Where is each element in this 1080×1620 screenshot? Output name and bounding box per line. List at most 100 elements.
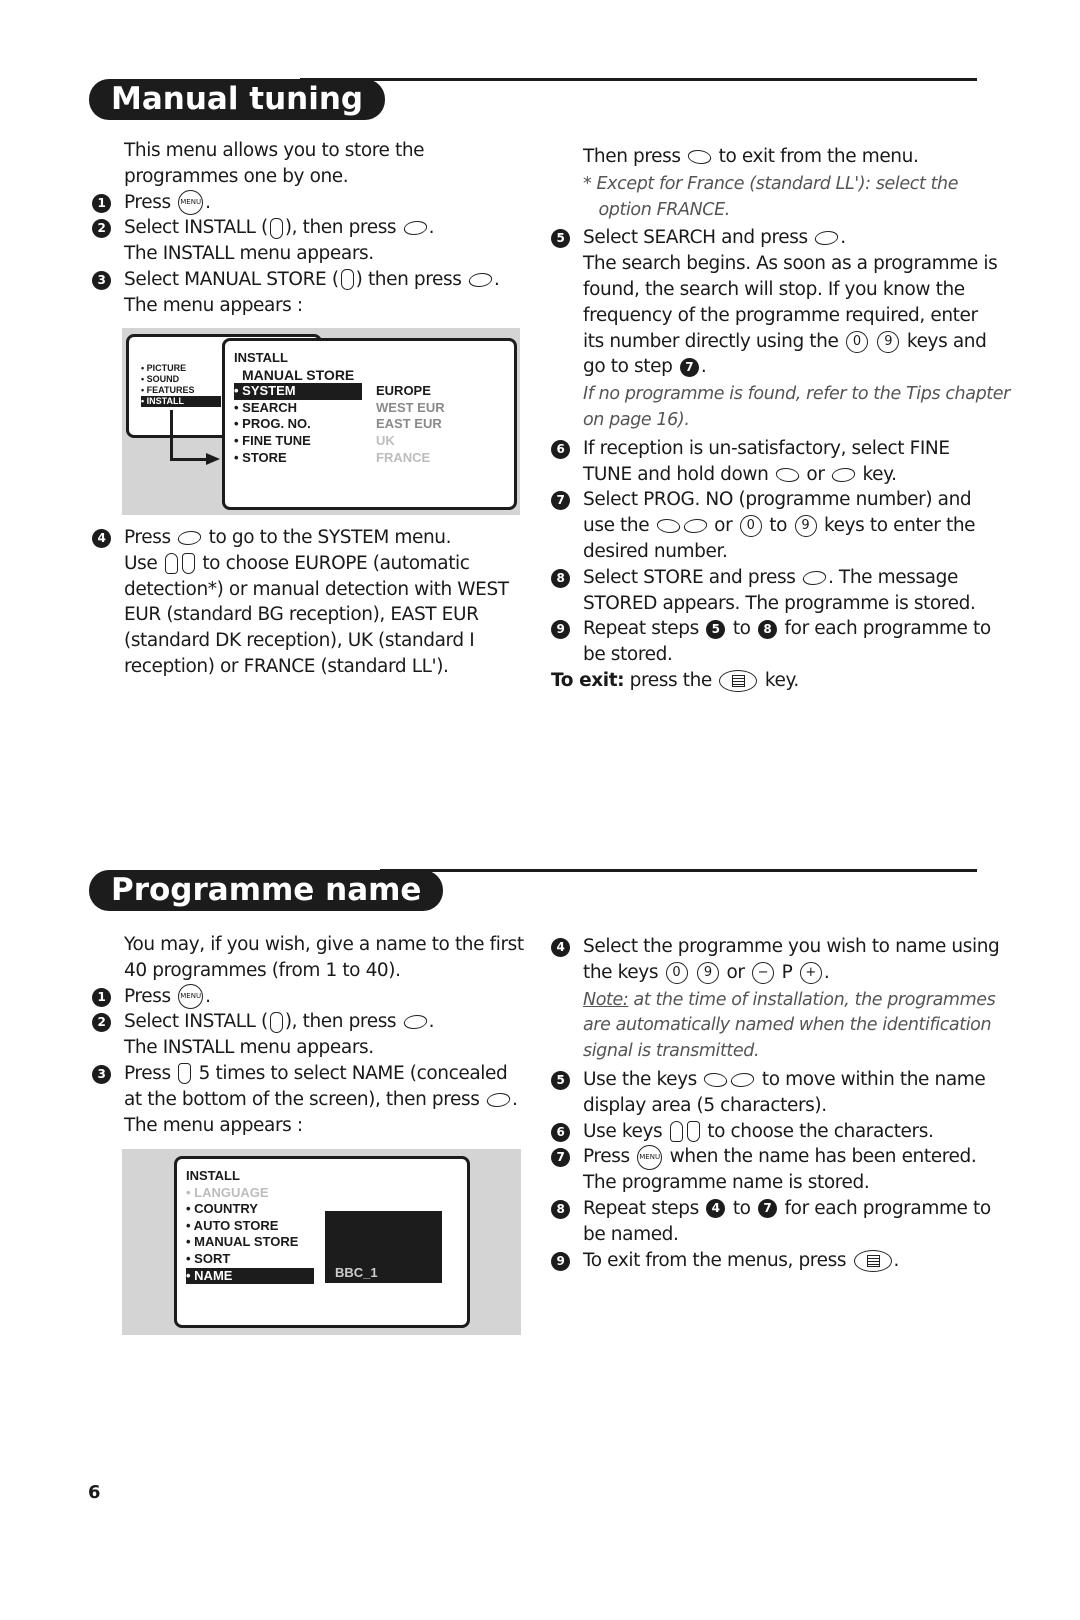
text: or [800,463,831,485]
text: detection*) or manual detection with WES… [124,578,509,600]
down-key-icon [181,553,195,575]
text: reception) or FRANCE (standard LL'). [124,655,449,677]
text: . [205,191,211,213]
right-key-icon [176,531,204,545]
step-item: 6 If reception is un-satisfactory, select… [551,436,1010,488]
text: . [823,961,830,983]
menu-key-icon: MENU [178,190,204,216]
number-key-icon: 9 [877,330,900,353]
step-bullet-icon: 8 [551,1199,570,1219]
step-item: 1 Press MENU. [92,984,524,1010]
step-item: 2 Select INSTALL (), then press . The INST… [92,1009,524,1061]
text: use the [583,515,655,537]
text: Then press [583,146,687,167]
text: If reception is un-satisfactory, select … [583,437,950,459]
text: Select PROG. NO (programme number) and [583,489,972,511]
text-line: Select STORE and press . The message [583,565,1010,591]
text [870,331,875,352]
step-bullet-icon: 3 [92,1064,111,1084]
text: 5 times to select NAME (concealed [193,1062,508,1084]
text-line: are automatically named when the identif… [583,1013,999,1039]
text: when the name has been entered. [664,1146,977,1168]
text: Select INSTALL ( [124,217,268,239]
text: key. [857,463,897,485]
text: Select MANUAL STORE ( [124,268,339,290]
main-menu-item-selected: • INSTALL [141,396,221,407]
text: Use keys [583,1120,668,1142]
right-key-icon [801,570,828,585]
step-bullet-icon: 1 [92,987,111,1007]
step-bullet-icon: 7 [551,491,570,511]
text: Use the keys [583,1068,703,1090]
text: Press [124,191,177,213]
text: . [428,217,435,239]
text: to [727,1197,757,1219]
step-bullet-icon: 3 [92,270,111,290]
name-menu-diagram: INSTALL • LANGUAGE • COUNTRY • AUTO STOR… [122,1149,521,1335]
menu-item: • FINE TUNE [234,432,311,448]
manual-tuning-left-column-2: 4 Press to go to the SYSTEM menu. Use to c… [92,525,509,680]
text: If no programme is found, refer to the T… [583,384,1010,405]
text-line: programmes one by one. [124,164,499,190]
text-line: If no programme is found, refer to the T… [583,382,1010,408]
text-line: Select INSTALL (), then press . [124,1009,524,1035]
text-line: Press MENU. [124,984,524,1010]
text-line: Then press to exit from the menu. [583,144,1010,170]
text: Repeat steps [583,618,705,640]
menu-item-name-selected: • NAME [186,1267,314,1285]
text: to choose the characters. [701,1120,934,1142]
text: be named. [583,1223,679,1245]
text-line: To exit from the menus, press . [583,1248,999,1274]
text-line: its number directly using the 0 9 keys a… [583,329,1010,355]
text: Press [583,1146,636,1168]
section-rule [380,869,977,872]
install-menu-box: INSTALL • LANGUAGE • COUNTRY • AUTO STOR… [174,1156,470,1328]
left-key-icon [654,519,682,534]
text: The INSTALL menu appears. [124,1037,374,1059]
menu-item: • STORE [234,449,287,465]
text-line: The INSTALL menu appears. [124,1035,524,1061]
up-down-key-icon [269,217,283,239]
text-line: Use to choose EUROPE (automatic [124,551,509,577]
menu-item: • PROG. NO. [234,416,311,432]
text: to [727,618,757,640]
paragraph: To exit: press the key. [551,668,1010,694]
step-bullet-icon: 6 [551,439,570,459]
text: keys to enter the [818,515,976,537]
up-down-key-icon [269,1011,283,1033]
step-bullet-icon: 4 [551,938,570,957]
menu-title: INSTALL [186,1168,240,1183]
text-line: signal is transmitted. [583,1039,999,1065]
number-key-icon: 0 [739,515,762,538]
text: The menu appears : [124,294,303,316]
text-line: desired number. [583,539,1010,565]
text-line: frequency of the programme required, ent… [583,303,1010,329]
text: . The message [827,566,958,588]
text-line: EUR (standard BG reception), EAST EUR [124,602,509,628]
manual-store-menu-diagram: • PICTURE • SOUND • FEATURES • INSTALL I… [122,328,520,515]
manual-tuning-right-column: Then press to exit from the menu. * Excep… [551,144,1010,694]
name-display-panel: BBC_1 [325,1211,442,1283]
left-key-icon [702,1072,730,1087]
step-item: 5 Select SEARCH and press . The search beg… [551,225,1010,380]
up-key-icon [669,1121,683,1143]
step-number-icon: 8 [758,619,778,639]
text-line: Press to go to the SYSTEM menu. [124,525,509,551]
arrow-head-icon [206,453,220,465]
programme-name-right-column: 4 Select the programme you wish to name u… [551,934,1000,1274]
text-line: found, the search will stop. If you know… [583,277,1010,303]
step-bullet-icon: 7 [551,1148,570,1168]
text-line: reception) or FRANCE (standard LL'). [124,654,509,680]
text: . [893,1249,900,1271]
text: key. [759,669,799,691]
text: The INSTALL menu appears. [124,243,374,265]
text: to exit from the menu. [713,146,919,167]
step-bullet-icon: 2 [92,219,111,239]
right-key-icon [729,1072,757,1087]
text: the keys [583,961,664,983]
text-line: (standard DK reception), UK (standard I [124,628,509,654]
text-line: on page 16). [583,408,1010,434]
text-line: STORED appears. The programme is stored. [583,591,1010,617]
text: option FRANCE. [583,199,730,220]
step-item: 9 Repeat steps 5 to 8 for each programme … [551,616,1010,668]
